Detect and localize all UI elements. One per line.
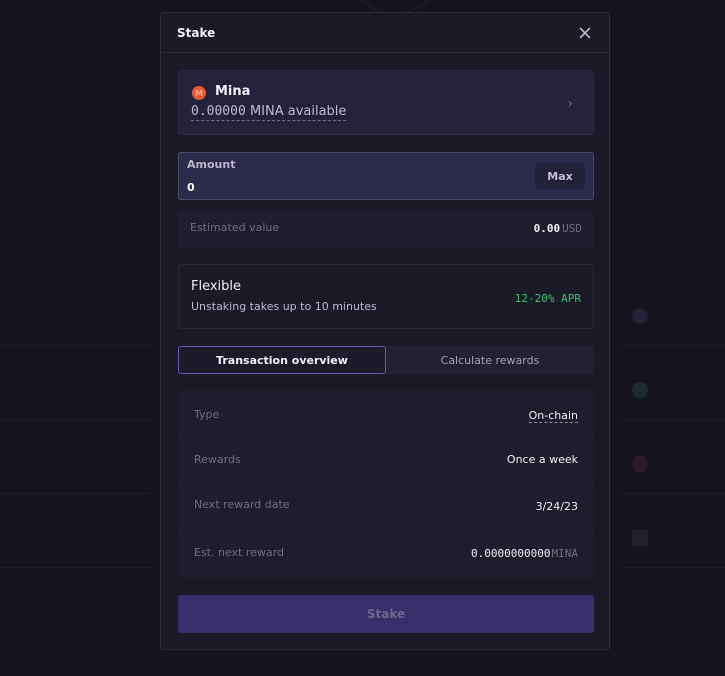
background-list-row <box>620 420 725 494</box>
tab-calculate-rewards[interactable]: Calculate rewards <box>386 346 594 374</box>
close-icon <box>579 27 591 38</box>
max-button[interactable]: Max <box>535 163 585 189</box>
background-list-row: ​ <box>0 272 150 346</box>
estimated-value: 0.00 USD <box>534 222 582 235</box>
overview-label: Rewards <box>194 453 241 466</box>
background-coin-icon <box>632 456 648 472</box>
estimated-value-row: Estimated value 0.00 USD <box>178 210 594 248</box>
modal-header: Stake <box>161 13 609 53</box>
estimated-value-amount: 0.00 <box>533 222 561 235</box>
est-reward-unit: MINA <box>551 547 579 560</box>
tab-transaction-overview[interactable]: Transaction overview <box>178 346 386 374</box>
overview-value: Once a week <box>506 453 578 466</box>
type-value-link[interactable]: On-chain <box>528 409 578 423</box>
chevron-right-icon: › <box>567 96 573 112</box>
asset-selector[interactable]: M Mina 0.00000 MINA available › <box>178 70 594 135</box>
overview-label: Next reward date <box>194 498 290 511</box>
estimated-value-unit: USD <box>562 222 582 235</box>
overview-row-est-next-reward: Est. next reward 0.0000000000MINA <box>178 530 594 578</box>
staking-plan-card[interactable]: Flexible Unstaking takes up to 10 minute… <box>178 264 594 329</box>
close-button[interactable] <box>577 25 593 41</box>
stake-button[interactable]: Stake <box>178 595 594 633</box>
background-list-row <box>620 494 725 568</box>
mina-coin-icon: M <box>192 86 206 100</box>
modal-title: Stake <box>177 25 216 40</box>
plan-title: Flexible <box>191 279 242 294</box>
asset-available-balance: 0.00000 MINA available <box>191 103 347 121</box>
background-coin-icon <box>632 530 648 546</box>
background-list-row <box>0 346 150 420</box>
amount-field: Amount Max <box>178 152 594 200</box>
overview-value: 3/24/23 <box>535 500 578 513</box>
background-coin-icon <box>632 382 648 398</box>
estimated-value-label: Estimated value <box>190 221 280 234</box>
background-list-row <box>620 346 725 420</box>
est-reward-amount: 0.0000000000 <box>471 547 551 560</box>
stake-modal: Stake M Mina 0.00000 MINA available › Am… <box>160 12 610 650</box>
amount-input[interactable] <box>187 178 487 196</box>
background-list-row <box>620 272 725 346</box>
overview-row-rewards: Rewards Once a week <box>178 438 594 483</box>
overview-label: Est. next reward <box>194 546 284 559</box>
available-suffix: MINA available <box>249 104 347 119</box>
plan-apr: 12-20% APR <box>514 292 581 305</box>
background-list-row <box>0 494 150 568</box>
overview-row-type: Type On-chain <box>178 390 594 438</box>
transaction-overview: Type On-chain Rewards Once a week Next r… <box>178 390 594 578</box>
overview-tabs: Transaction overview Calculate rewards <box>178 346 594 374</box>
amount-label: Amount <box>187 158 236 171</box>
overview-value: 0.0000000000MINA <box>471 547 578 560</box>
asset-name: Mina <box>215 84 251 99</box>
overview-label: Type <box>194 408 220 421</box>
background-coin-icon <box>632 308 648 324</box>
available-amount: 0.00000 <box>191 104 246 119</box>
plan-subtitle: Unstaking takes up to 10 minutes <box>191 300 377 313</box>
background-list-row <box>0 420 150 494</box>
overview-row-next-reward-date: Next reward date 3/24/23 <box>178 483 594 530</box>
